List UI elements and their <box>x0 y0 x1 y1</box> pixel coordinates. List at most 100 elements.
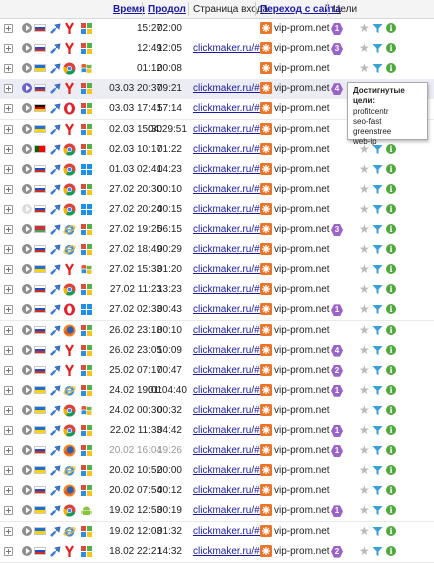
expand-icon[interactable] <box>4 526 13 536</box>
goals-badge[interactable]: 1 <box>331 505 343 518</box>
funnel-icon[interactable] <box>372 465 383 476</box>
referrer-site[interactable]: vip-prom.net <box>274 83 330 94</box>
play-icon[interactable] <box>22 324 32 335</box>
entry-page-link[interactable]: clickmaker.ru/#1 <box>193 385 265 396</box>
funnel-icon[interactable] <box>372 546 383 557</box>
play-icon[interactable] <box>22 183 32 194</box>
goals-badge[interactable]: 4 <box>331 83 343 96</box>
info-icon[interactable]: i <box>386 445 396 456</box>
referrer-site[interactable]: vip-prom.net <box>274 526 330 537</box>
funnel-icon[interactable] <box>372 425 383 436</box>
table-row[interactable]: 15:27 02:00 vip-prom.net 1 ★ i <box>0 19 434 40</box>
funnel-icon[interactable] <box>372 23 383 34</box>
expand-icon[interactable] <box>4 405 13 415</box>
entry-page-link[interactable]: clickmaker.ru/#1 <box>193 345 265 356</box>
column-referrer[interactable]: Переход с сайта <box>260 4 341 15</box>
info-icon[interactable]: i <box>386 525 396 536</box>
entry-page-link[interactable]: clickmaker.ru/#1 <box>193 144 265 155</box>
expand-icon[interactable] <box>4 265 13 275</box>
star-icon[interactable]: ★ <box>359 183 370 195</box>
info-icon[interactable]: i <box>386 384 396 395</box>
play-icon[interactable] <box>22 485 32 496</box>
goals-badge[interactable]: 1 <box>331 384 343 397</box>
star-icon[interactable]: ★ <box>359 283 370 295</box>
goals-badge[interactable]: 2 <box>331 364 343 377</box>
star-icon[interactable]: ★ <box>359 525 370 537</box>
referrer-site[interactable]: vip-prom.net <box>274 184 330 195</box>
funnel-icon[interactable] <box>372 365 383 376</box>
funnel-icon[interactable] <box>372 485 383 496</box>
table-row[interactable]: 24.02 00:30 00:32 clickmaker.ru/#1 vip-prom… <box>0 400 434 422</box>
funnel-icon[interactable] <box>372 164 383 175</box>
referrer-site[interactable]: vip-prom.net <box>274 164 330 175</box>
table-row[interactable]: 12:49 12:05 clickmaker.ru/#1 vip-prom.net 3 ★… <box>0 39 434 61</box>
info-icon[interactable]: i <box>386 304 396 315</box>
info-icon[interactable]: i <box>386 545 396 556</box>
star-icon[interactable]: ★ <box>359 22 370 34</box>
play-icon[interactable] <box>22 545 32 556</box>
referrer-site[interactable]: vip-prom.net <box>274 264 330 275</box>
star-icon[interactable]: ★ <box>359 203 370 215</box>
entry-page-link[interactable]: clickmaker.ru/#1 <box>193 224 265 235</box>
star-icon[interactable]: ★ <box>359 504 370 516</box>
goals-badge[interactable]: 4 <box>331 344 343 357</box>
entry-page-link[interactable]: clickmaker.ru/#1 <box>193 83 265 94</box>
referrer-site[interactable]: vip-prom.net <box>274 345 330 356</box>
funnel-icon[interactable] <box>372 405 383 416</box>
info-icon[interactable]: i <box>386 264 396 275</box>
table-row[interactable]: 27.02 11:23 13:23 clickmaker.ru/#1 vip-prom… <box>0 280 434 302</box>
expand-icon[interactable] <box>4 305 13 315</box>
play-icon[interactable] <box>22 264 32 275</box>
table-row[interactable]: 27.02 19:25 06:15 clickmaker.ru/#1 vip-prom… <box>0 220 434 241</box>
star-icon[interactable]: ★ <box>359 42 370 54</box>
referrer-site[interactable]: vip-prom.net <box>274 224 330 235</box>
star-icon[interactable]: ★ <box>359 364 370 376</box>
referrer-site[interactable]: vip-prom.net <box>274 405 330 416</box>
table-row[interactable]: 27.02 20:30 00:10 clickmaker.ru/#1 vip-prom… <box>0 179 434 201</box>
column-time[interactable]: Время <box>113 4 145 15</box>
expand-icon[interactable] <box>4 184 13 194</box>
star-icon[interactable]: ★ <box>359 62 370 74</box>
table-row[interactable]: 20.02 10:52 00:00 clickmaker.ru/#1 vip-prom… <box>0 461 434 483</box>
entry-page-link[interactable]: clickmaker.ru/#1 <box>193 43 265 54</box>
play-icon[interactable] <box>22 384 32 395</box>
table-row[interactable]: 25.02 07:17 00:47 clickmaker.ru/#1 vip-prom… <box>0 360 434 382</box>
referrer-site[interactable]: vip-prom.net <box>274 204 330 215</box>
funnel-icon[interactable] <box>372 244 383 255</box>
info-icon[interactable]: i <box>386 404 396 415</box>
table-row[interactable]: 26.02 23:05 10:09 clickmaker.ru/#1 vip-prom… <box>0 340 434 362</box>
referrer-site[interactable]: vip-prom.net <box>274 385 330 396</box>
expand-icon[interactable] <box>4 144 13 154</box>
goals-badge[interactable]: 1 <box>331 445 343 458</box>
referrer-site[interactable]: vip-prom.net <box>274 365 330 376</box>
entry-page-link[interactable]: clickmaker.ru/#1 <box>193 445 265 456</box>
entry-page-link[interactable]: clickmaker.ru/#1 <box>193 264 265 275</box>
play-icon[interactable] <box>22 103 32 114</box>
referrer-site[interactable]: vip-prom.net <box>274 465 330 476</box>
star-icon[interactable]: ★ <box>359 163 370 175</box>
expand-icon[interactable] <box>4 426 13 435</box>
goals-badge[interactable]: 3 <box>331 43 343 56</box>
entry-page-link[interactable]: clickmaker.ru/#1 <box>193 485 265 496</box>
expand-icon[interactable] <box>4 385 13 395</box>
goals-badge[interactable]: 1 <box>331 304 343 317</box>
referrer-site[interactable]: vip-prom.net <box>274 103 330 114</box>
star-icon[interactable]: ★ <box>359 263 370 275</box>
expand-icon[interactable] <box>4 446 13 456</box>
table-row[interactable]: 19.02 12:53 00:19 clickmaker.ru/#1 vip-prom… <box>0 501 434 523</box>
goals-badge[interactable]: 1 <box>331 23 343 35</box>
funnel-icon[interactable] <box>372 304 383 315</box>
table-row[interactable]: 20.02 16:04 19:26 clickmaker.ru/#1 vip-prom… <box>0 441 434 463</box>
entry-page-link[interactable]: clickmaker.ru/#1 <box>193 124 265 135</box>
play-icon[interactable] <box>22 23 32 33</box>
expand-icon[interactable] <box>4 245 13 255</box>
table-row[interactable]: 18.02 22:21 14:32 clickmaker.ru/#1 vip-prom… <box>0 541 434 563</box>
play-icon[interactable] <box>22 304 32 315</box>
star-icon[interactable]: ★ <box>359 464 370 476</box>
expand-icon[interactable] <box>4 124 13 134</box>
info-icon[interactable]: i <box>386 183 396 194</box>
star-icon[interactable]: ★ <box>359 384 370 396</box>
entry-page-link[interactable]: clickmaker.ru/#1 <box>193 405 265 416</box>
table-row[interactable]: 27.02 02:33 00:43 clickmaker.ru/#1 vip-prom… <box>0 300 434 322</box>
info-icon[interactable]: i <box>386 344 396 355</box>
